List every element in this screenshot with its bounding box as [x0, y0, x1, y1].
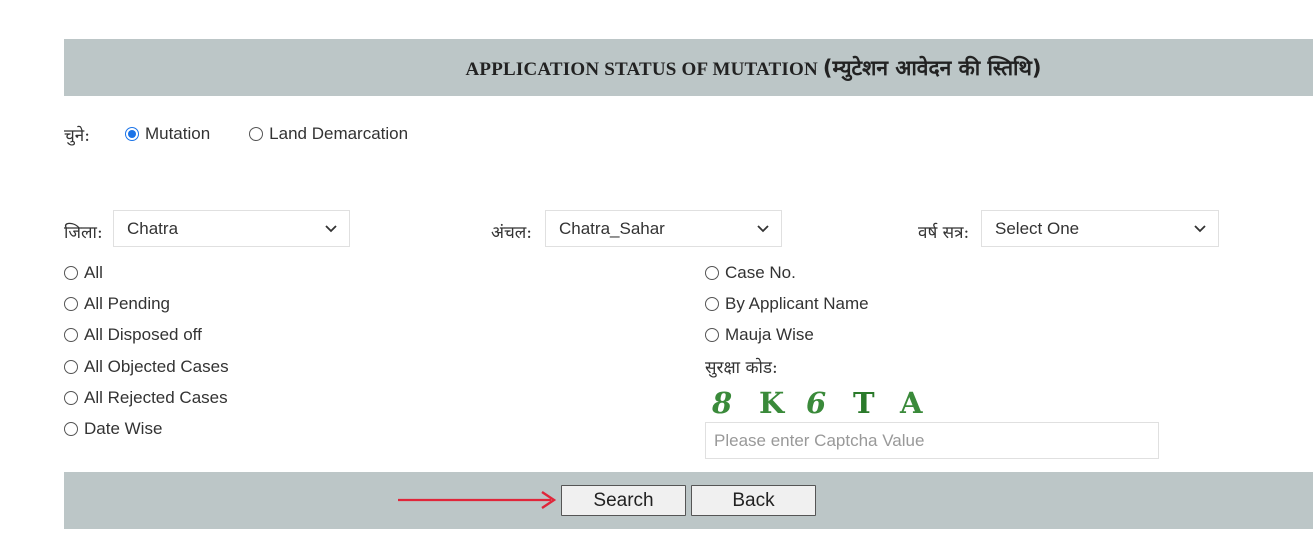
radio-land-demarcation-label: Land Demarcation: [269, 124, 409, 143]
session-label: वर्ष सत्र:: [918, 223, 970, 243]
radio-all-rejected-label: All Rejected Cases: [84, 387, 228, 407]
red-arrow-icon: [398, 491, 557, 509]
circle-label: अंचल:: [491, 223, 533, 243]
radio-all-rejected-control[interactable]: [64, 390, 78, 405]
status-options: All All Pending All Disposed off All Obj…: [64, 257, 229, 445]
radio-all-control[interactable]: [64, 265, 78, 280]
page-header: APPLICATION STATUS OF MUTATION (म्युटेशन…: [64, 39, 1313, 96]
radio-all-pending-label: All Pending: [84, 293, 171, 313]
radio-mutation-label: Mutation: [144, 124, 211, 143]
district-select[interactable]: Chatra: [113, 210, 350, 247]
radio-date-wise[interactable]: Date Wise: [64, 413, 229, 444]
radio-case-no-control[interactable]: [705, 265, 719, 280]
chevron-down-icon: [757, 222, 769, 236]
page-title-english: APPLICATION STATUS OF MUTATION: [465, 58, 818, 80]
radio-all-pending-control[interactable]: [64, 296, 78, 311]
chevron-down-icon: [1194, 222, 1206, 236]
circle-select[interactable]: Chatra_Sahar: [545, 210, 782, 247]
radio-all-pending[interactable]: All Pending: [64, 288, 229, 319]
chevron-down-icon: [325, 222, 337, 236]
radio-case-no[interactable]: Case No.: [705, 257, 869, 288]
captcha-char: A: [900, 386, 923, 420]
district-label: जिला:: [64, 223, 103, 243]
captcha-input[interactable]: [705, 422, 1159, 459]
captcha-image: 8 K 6 T A: [712, 386, 947, 420]
radio-applicant-name[interactable]: By Applicant Name: [705, 288, 869, 319]
back-button[interactable]: Back: [691, 485, 816, 516]
radio-case-no-label: Case No.: [725, 262, 796, 282]
page-title-hindi: (म्युटेशन आवेदन की स्तिथि): [822, 55, 1042, 80]
radio-all-disposed[interactable]: All Disposed off: [64, 320, 229, 351]
radio-land-demarcation-control[interactable]: [249, 127, 264, 141]
radio-date-wise-control[interactable]: [64, 422, 78, 437]
choose-label: चुने:: [64, 125, 90, 146]
radio-applicant-name-control[interactable]: [705, 296, 719, 311]
captcha-char: 6: [806, 386, 827, 420]
captcha-char: K: [759, 386, 785, 420]
radio-all-label: All: [84, 262, 103, 282]
captcha-char: T: [853, 386, 875, 420]
radio-mutation[interactable]: Mutation: [124, 124, 211, 144]
search-button[interactable]: Search: [561, 485, 686, 516]
radio-all-objected[interactable]: All Objected Cases: [64, 351, 229, 382]
radio-all-objected-label: All Objected Cases: [84, 356, 229, 376]
radio-mauja-wise[interactable]: Mauja Wise: [705, 320, 869, 351]
search-by-options: Case No. By Applicant Name Mauja Wise सु…: [705, 257, 869, 382]
radio-mauja-wise-control[interactable]: [705, 328, 719, 343]
page-title: APPLICATION STATUS OF MUTATION (म्युटेशन…: [465, 54, 1041, 82]
radio-all-rejected[interactable]: All Rejected Cases: [64, 382, 229, 413]
captcha-char: 8: [712, 386, 733, 420]
type-selector: चुने: Mutation Land Demarcation: [64, 118, 408, 150]
radio-date-wise-label: Date Wise: [84, 419, 163, 439]
radio-mutation-control[interactable]: [124, 127, 139, 141]
session-select-value: Select One: [995, 218, 1080, 238]
radio-all-disposed-control[interactable]: [64, 328, 78, 343]
captcha-label: सुरक्षा कोड:: [705, 357, 778, 378]
circle-select-value: Chatra_Sahar: [559, 218, 665, 238]
radio-all-objected-control[interactable]: [64, 359, 78, 374]
radio-applicant-name-label: By Applicant Name: [725, 293, 869, 313]
action-bar: [64, 472, 1313, 529]
radio-land-demarcation[interactable]: Land Demarcation: [249, 124, 408, 144]
session-select[interactable]: Select One: [981, 210, 1219, 247]
radio-mauja-wise-label: Mauja Wise: [725, 325, 814, 345]
radio-all[interactable]: All: [64, 257, 229, 288]
radio-all-disposed-label: All Disposed off: [84, 325, 202, 345]
district-select-value: Chatra: [127, 218, 179, 238]
